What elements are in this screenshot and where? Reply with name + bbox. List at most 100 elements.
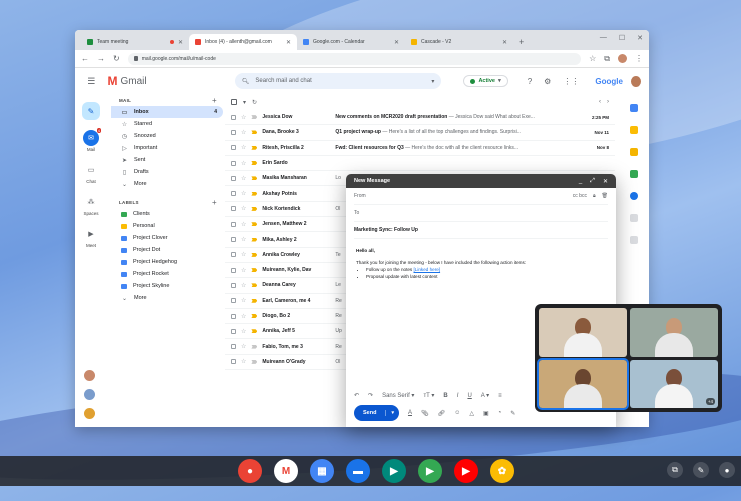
sidebar-label-project-hedgehog[interactable]: Project Hedgehog (111, 256, 223, 268)
star-icon[interactable]: ☆ (241, 221, 246, 228)
keep-icon[interactable] (630, 126, 638, 134)
sidebar-labels-more[interactable]: ⌄ More (111, 292, 223, 304)
tasks-icon[interactable] (630, 148, 638, 156)
row-checkbox[interactable] (231, 267, 236, 273)
cc-bcc-link[interactable]: cc bcc (573, 193, 587, 199)
notes-link[interactable]: [Linked here] (414, 267, 441, 272)
new-tab-icon[interactable]: + (513, 37, 530, 50)
close-icon[interactable]: ✕ (394, 39, 399, 46)
row-checkbox[interactable] (231, 221, 236, 227)
important-marker-icon[interactable] (251, 298, 258, 303)
chat-bubble-icon[interactable] (630, 214, 638, 222)
sidebar-item-more[interactable]: ⌄ More (111, 178, 223, 190)
row-checkbox[interactable] (231, 191, 236, 197)
tab-inbox[interactable]: Inbox (4) - allenth@gmail.com ✕ (189, 34, 297, 50)
photo-icon[interactable]: ▣ (483, 410, 489, 417)
bold-icon[interactable]: B (443, 393, 447, 399)
sidebar-item-inbox[interactable]: ▭ Inbox 4 (111, 106, 223, 118)
gmail-icon[interactable]: M (274, 459, 298, 483)
contact-avatar[interactable] (84, 408, 95, 419)
send-button[interactable]: Send ▾ (354, 405, 399, 421)
status-icon[interactable]: ● (719, 462, 735, 478)
star-icon[interactable]: ☆ (241, 313, 246, 320)
text-color-icon[interactable]: A ▾ (481, 392, 489, 399)
status-dropdown[interactable]: Active ▾ (463, 75, 508, 87)
star-icon[interactable]: ☆ (241, 343, 246, 350)
star-icon[interactable]: ☆ (241, 205, 246, 212)
star-icon[interactable]: ☆ (241, 251, 246, 258)
important-marker-icon[interactable] (251, 161, 258, 166)
close-icon[interactable]: ✕ (603, 178, 608, 185)
star-icon[interactable]: ☆ (241, 267, 246, 274)
add-icon[interactable]: + (212, 97, 217, 105)
important-marker-icon[interactable] (251, 176, 258, 181)
row-checkbox[interactable] (231, 206, 236, 212)
maximize-icon[interactable]: ☐ (619, 34, 625, 42)
important-marker-icon[interactable] (251, 344, 258, 349)
sidebar-label-project-clover[interactable]: Project Clover (111, 232, 223, 244)
font-select[interactable]: Sans Serif ▾ (382, 392, 414, 399)
row-checkbox[interactable] (231, 298, 236, 304)
row-checkbox[interactable] (231, 252, 236, 258)
important-marker-icon[interactable] (251, 314, 258, 318)
calendar-icon[interactable]: ▦ (310, 459, 334, 483)
close-icon[interactable]: ✕ (502, 39, 507, 46)
expand-icon[interactable]: ⤢ (590, 178, 595, 185)
row-checkbox[interactable] (231, 160, 236, 166)
signature-icon[interactable]: ✎ (510, 410, 515, 417)
search-input[interactable]: 🔍︎ Search mail and chat ▾ (234, 73, 442, 89)
compose-button[interactable]: ✎ (82, 102, 100, 120)
help-icon[interactable]: ? (528, 77, 532, 86)
youtube-icon[interactable]: ▶ (454, 459, 478, 483)
star-icon[interactable]: ☆ (241, 297, 246, 304)
chevron-down-icon[interactable]: ▾ (243, 99, 246, 106)
important-marker-icon[interactable] (251, 329, 258, 334)
sidebar-item-drafts[interactable]: ▯ Drafts (111, 166, 223, 178)
align-icon[interactable]: ≡ (498, 393, 502, 399)
row-checkbox[interactable] (231, 359, 236, 365)
sidebar-label-project-rocket[interactable]: Project Rocket (111, 268, 223, 280)
minimize-icon[interactable]: — (600, 34, 607, 42)
bookmark-star-icon[interactable]: ☆ (589, 54, 596, 63)
meet-icon[interactable]: ▶ (382, 459, 406, 483)
tab-calendar[interactable]: Google.com - Calendar ✕ (297, 34, 405, 50)
tab-team-meeting[interactable]: Team meeting ✕ (81, 34, 189, 50)
email-row[interactable]: ☆ Ritesh, Priscilla 2 Fwd: Client resource… (225, 141, 615, 156)
to-field[interactable]: To (354, 205, 608, 222)
attach-icon[interactable]: 📎︎ (421, 410, 429, 417)
sidebar-label-personal[interactable]: Personal (111, 220, 223, 232)
extensions-icon[interactable]: ⧉ (604, 54, 610, 64)
close-icon[interactable]: ✕ (178, 39, 183, 46)
url-field[interactable]: mail.google.com/mail/u/mail-code (127, 52, 582, 65)
confidential-icon[interactable]: ◔ (498, 410, 502, 416)
lock-icon[interactable]: 🔒︎ (593, 193, 596, 199)
account-avatar[interactable] (630, 75, 641, 87)
row-checkbox[interactable] (231, 145, 236, 151)
star-icon[interactable]: ☆ (241, 282, 246, 289)
row-checkbox[interactable] (231, 328, 236, 334)
back-icon[interactable]: ← (81, 54, 89, 63)
subject-field[interactable]: Marketing Sync: Follow Up (354, 222, 608, 239)
star-icon[interactable]: ☆ (241, 328, 246, 335)
star-icon[interactable]: ☆ (241, 236, 246, 243)
photos-icon[interactable]: ✿ (490, 459, 514, 483)
rail-chat[interactable]: ▭ Chat (83, 162, 99, 184)
star-icon[interactable]: ☆ (241, 160, 246, 167)
contact-avatar[interactable] (84, 370, 95, 381)
row-checkbox[interactable] (231, 129, 236, 135)
sidebar-item-sent[interactable]: ➤ Sent (111, 154, 223, 166)
text-size-icon[interactable]: ᴛT ▾ (423, 392, 434, 399)
contact-avatar[interactable] (84, 389, 95, 400)
sidebar-label-project-skyline[interactable]: Project Skyline (111, 280, 223, 292)
refresh-icon[interactable]: ↻ (252, 99, 257, 106)
important-marker-icon[interactable] (251, 130, 258, 135)
search-options-icon[interactable]: ▾ (431, 78, 434, 85)
close-icon[interactable]: ✕ (286, 39, 291, 46)
row-checkbox[interactable] (231, 282, 236, 288)
rail-spaces[interactable]: ⁂ Spaces (83, 194, 99, 216)
apps-grid-icon[interactable]: ⋮⋮ (563, 77, 579, 86)
star-icon[interactable]: ☆ (241, 175, 246, 182)
email-row[interactable]: ☆ Dana, Brooke 3 Q1 project wrap-up — Here… (225, 125, 615, 141)
italic-icon[interactable]: I (457, 393, 459, 399)
important-marker-icon[interactable] (251, 145, 258, 150)
